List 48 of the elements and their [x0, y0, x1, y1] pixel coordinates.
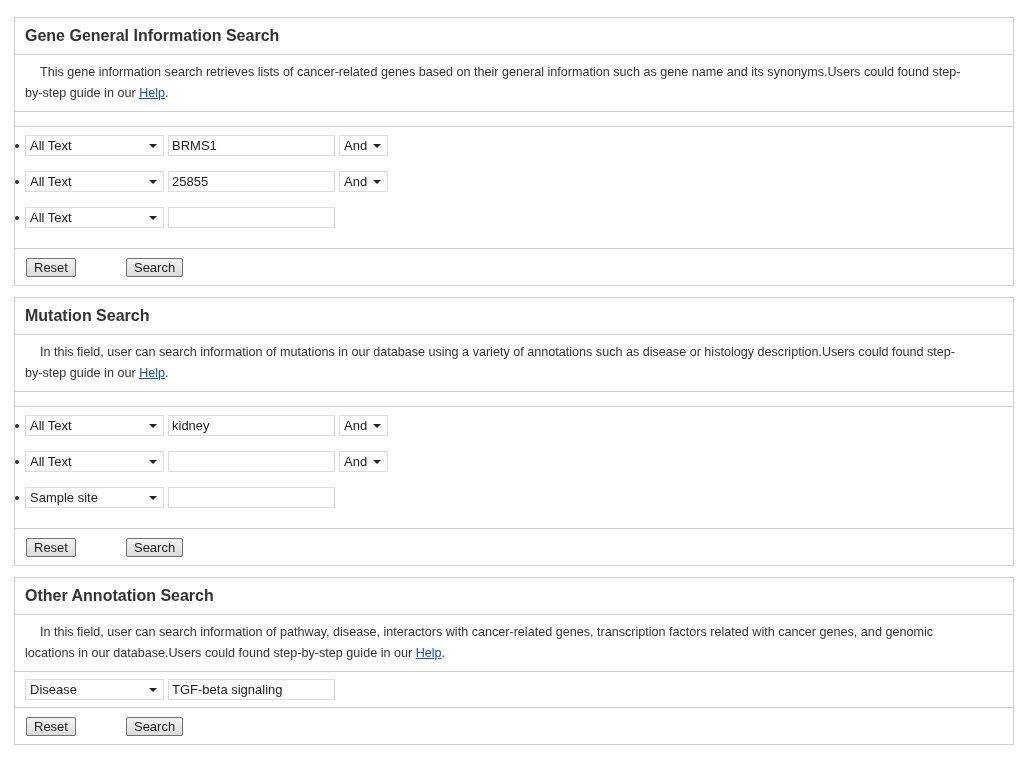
caret-icon	[149, 495, 157, 500]
reset-button[interactable]: Reset	[26, 717, 76, 736]
dropdown[interactable]: And	[339, 415, 388, 436]
input-field[interactable]	[168, 451, 335, 472]
caret-icon	[373, 143, 381, 148]
input-field[interactable]	[168, 487, 335, 508]
dropdown[interactable]: All Text	[25, 451, 164, 472]
reset-button[interactable]: Reset	[26, 538, 76, 557]
dropdown[interactable]: And	[339, 135, 388, 156]
dropdown[interactable]: And	[339, 171, 388, 192]
dropdown[interactable]: And	[339, 451, 388, 472]
caret-icon	[373, 459, 381, 464]
dropdown[interactable]: All Text	[25, 135, 164, 156]
search-button[interactable]: Search	[125, 717, 184, 736]
search-button[interactable]: Search	[125, 538, 184, 557]
description-text: In this field, user can search information of pathway, disease, interactors with cancer-related genes, transcription factors related with cancer genes, and genomic locations in our database.Users could found step-by-step guide in our Help.	[25, 624, 934, 662]
section-title: Other Annotation Search	[15, 578, 1013, 615]
section-title: Mutation Search	[15, 298, 1013, 335]
section-title: Gene General Information Search	[15, 18, 1013, 55]
input-field[interactable]: BRMS1	[168, 135, 335, 156]
dropdown[interactable]: All Text	[25, 207, 164, 228]
caret-icon	[149, 423, 157, 428]
help-link[interactable]: Help	[415, 646, 442, 660]
caret-icon	[373, 423, 381, 428]
input-field[interactable]: 25855	[168, 171, 335, 192]
dropdown[interactable]: All Text	[25, 171, 164, 192]
bullet-dot	[15, 180, 19, 184]
bullet-dot	[15, 424, 19, 428]
bullet-dot	[15, 460, 19, 464]
search-button[interactable]: Search	[125, 258, 184, 277]
description-text: In this field, user can search information of mutations in our database using a variety of annotations such as disease or histology description.Users could found step-by-step guide in our Help.	[25, 344, 956, 382]
dropdown[interactable]: All Text	[25, 415, 164, 436]
caret-icon	[373, 179, 381, 184]
dropdown[interactable]: Disease	[25, 679, 164, 700]
bullet-dot	[15, 216, 19, 220]
dropdown[interactable]: Sample site	[25, 487, 164, 508]
caret-icon	[149, 215, 157, 220]
caret-icon	[149, 459, 157, 464]
input-field[interactable]	[168, 207, 335, 228]
caret-icon	[149, 143, 157, 148]
description-text: This gene information search retrieves lists of cancer-related genes based on their general information such as gene name and its synonyms.Users could found step-by-step guide in our Help.	[25, 64, 962, 102]
caret-icon	[149, 687, 157, 692]
bullet-dot	[15, 496, 19, 500]
bullet-dot	[15, 144, 19, 148]
input-field[interactable]: TGF-beta signaling	[168, 679, 335, 700]
input-field[interactable]: kidney	[168, 415, 335, 436]
reset-button[interactable]: Reset	[26, 258, 76, 277]
caret-icon	[149, 179, 157, 184]
